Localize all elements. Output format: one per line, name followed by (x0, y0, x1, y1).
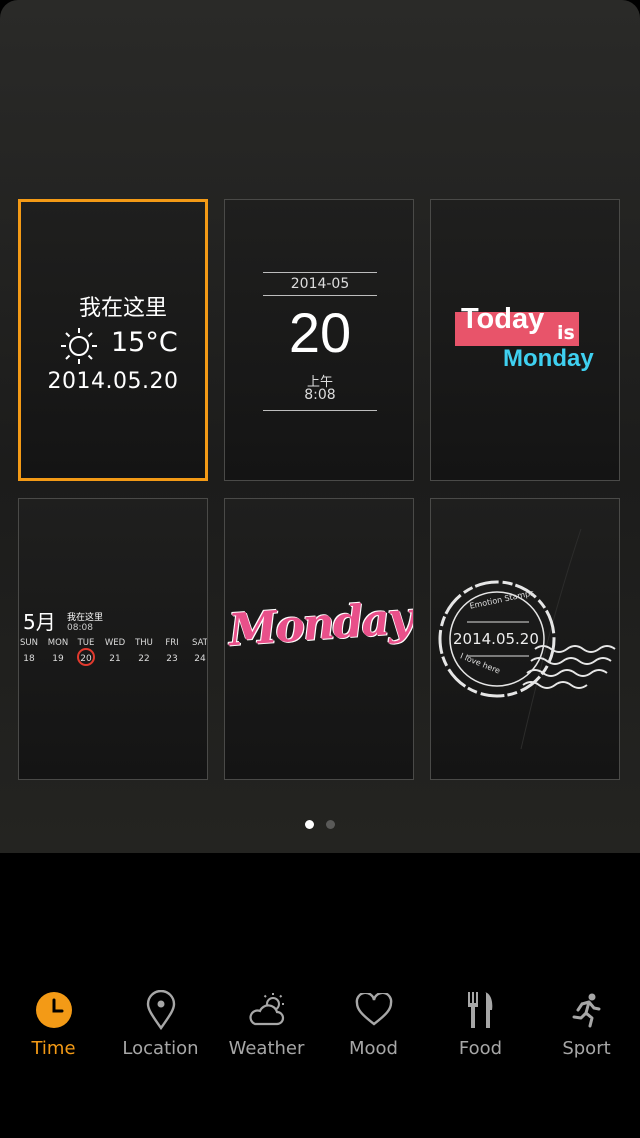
date-cell: 20 (80, 654, 92, 664)
fork-knife-icon (467, 992, 492, 1028)
tab-label: Mood (349, 1038, 398, 1059)
widget-card-calendar-clock[interactable]: 2014-05 20 上午 8:08 (224, 199, 414, 481)
widget-card-today-is[interactable]: Today is Monday (430, 199, 620, 481)
date-cell: 21 (109, 654, 121, 664)
time-label: 8:08 (304, 387, 336, 403)
divider (263, 272, 377, 273)
weekday-label: MON (47, 638, 69, 648)
year-month-label: 2014-05 (290, 276, 350, 292)
script-day-text: Monday (226, 592, 413, 657)
heart-icon (355, 993, 392, 1026)
date-cell: 22 (138, 654, 150, 664)
tab-label: Location (122, 1038, 199, 1059)
widget-card-month-calendar[interactable]: 5月 我在这里 08:08 SUN MON TUE WED THU FRI SA… (18, 498, 208, 780)
date-cell: 18 (23, 654, 35, 664)
widget-gallery: 我在这里 15°C 2014.05.20 2014-05 20 上午 8:08 … (0, 0, 640, 853)
location-label: 我在这里 (79, 296, 168, 321)
weather-icon (248, 993, 284, 1026)
stamp-date: 2014.05.20 (453, 630, 539, 648)
widget-card-stamp[interactable]: Emotion Stamps 2014.05.20 I love here (430, 498, 620, 780)
date-label: 2014.05.20 (47, 369, 179, 394)
tab-time[interactable]: Time (0, 988, 107, 1068)
divider (263, 410, 377, 411)
weekday-label: WED (104, 638, 126, 648)
weekday-label: SAT (192, 638, 208, 648)
location-pin-icon (146, 990, 175, 1030)
date-cell: 24 (194, 654, 206, 664)
page-indicator-active[interactable] (305, 820, 314, 829)
date-cell: 23 (166, 654, 178, 664)
temperature-label: 15°C (111, 327, 178, 358)
month-label: 5月 (23, 610, 56, 634)
tab-label: Sport (562, 1038, 611, 1059)
weekday-label: TUE (77, 638, 95, 648)
running-icon (572, 993, 600, 1028)
tab-location[interactable]: Location (107, 988, 214, 1068)
divider (263, 295, 377, 296)
time-label: 08:08 (67, 623, 93, 633)
tab-mood[interactable]: Mood (320, 988, 427, 1068)
weekday-label: FRI (165, 638, 179, 648)
is-text: is (557, 322, 575, 344)
tab-food[interactable]: Food (427, 988, 534, 1068)
day-number: 20 (288, 301, 352, 364)
weekday-label: THU (135, 638, 153, 648)
tab-label: Time (31, 1038, 76, 1059)
widget-card-weather-time[interactable]: 我在这里 15°C 2014.05.20 (18, 199, 208, 481)
sun-icon (61, 328, 97, 364)
tab-label: Weather (228, 1038, 305, 1059)
page-indicator[interactable] (326, 820, 335, 829)
tab-weather[interactable]: Weather (213, 988, 320, 1068)
widget-card-script-day[interactable]: Monday (224, 498, 414, 780)
clock-icon (35, 992, 72, 1028)
weekday-text: Monday (503, 345, 594, 372)
date-cell: 19 (52, 654, 64, 664)
location-label: 我在这里 (67, 613, 104, 623)
tab-sport[interactable]: Sport (533, 988, 640, 1068)
today-text: Today (461, 303, 545, 335)
weekday-label: SUN (20, 638, 38, 648)
tab-label: Food (458, 1038, 503, 1059)
